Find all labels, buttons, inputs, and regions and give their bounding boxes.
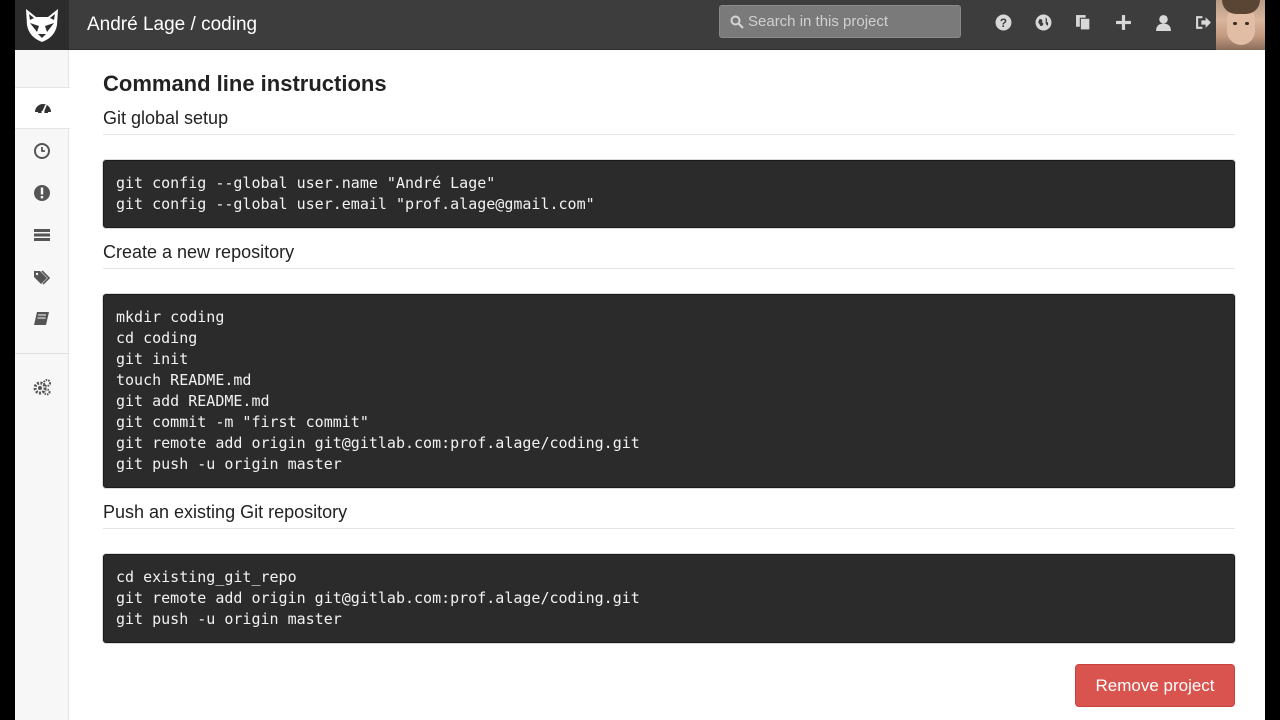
- sidebar-item-files[interactable]: [15, 214, 69, 256]
- explore-button[interactable]: [1023, 14, 1063, 31]
- snippets-button[interactable]: [1063, 14, 1103, 31]
- main-content: Command line instructions Git global set…: [103, 60, 1235, 643]
- list-icon: [34, 229, 50, 241]
- left-black-border: [0, 0, 15, 720]
- code-line: git add README.md: [116, 392, 270, 410]
- code-line: cd coding: [116, 329, 198, 347]
- top-navbar: André Lage / coding ?: [15, 0, 1265, 50]
- plus-icon: [1115, 14, 1131, 30]
- section-title-existing-repo: Push an existing Git repository: [103, 501, 1235, 529]
- gitlab-logo[interactable]: [15, 0, 69, 50]
- help-button[interactable]: ?: [983, 14, 1023, 31]
- project-title[interactable]: André Lage / coding: [87, 14, 257, 36]
- section-title-global-setup: Git global setup: [103, 107, 1235, 135]
- code-line: mkdir coding: [116, 308, 225, 326]
- tags-icon: [34, 270, 51, 285]
- sidebar-item-labels[interactable]: [15, 256, 69, 298]
- right-black-border: [1265, 0, 1280, 720]
- search-field[interactable]: [719, 5, 961, 38]
- book-icon: [34, 312, 49, 325]
- top-icon-bar: ?: [983, 0, 1223, 44]
- code-line: git config --global user.email "prof.ala…: [116, 195, 595, 213]
- code-line: git config --global user.name "André Lag…: [116, 174, 496, 192]
- sidebar-item-issues[interactable]: [15, 172, 69, 214]
- sidebar-item-wiki[interactable]: [15, 298, 69, 340]
- cogs-icon: [33, 379, 51, 396]
- remove-project-button[interactable]: Remove project: [1075, 664, 1235, 707]
- code-line: git remote add origin git@gitlab.com:pro…: [116, 589, 640, 607]
- help-icon: ?: [995, 14, 1011, 30]
- dashboard-icon: [34, 104, 51, 114]
- code-line: git commit -m "first commit": [116, 413, 369, 431]
- sidebar-item-activity[interactable]: [15, 130, 69, 172]
- project-sidebar: [15, 50, 70, 720]
- exclamation-icon: [34, 185, 50, 201]
- code-line: cd existing_git_repo: [116, 568, 297, 586]
- code-block-new-repo[interactable]: mkdir coding cd coding git init touch RE…: [103, 294, 1235, 488]
- code-line: git push -u origin master: [116, 455, 342, 473]
- code-line: git remote add origin git@gitlab.com:pro…: [116, 434, 640, 452]
- code-line: touch README.md: [116, 371, 252, 389]
- user-icon: [1155, 14, 1171, 31]
- profile-button[interactable]: [1143, 14, 1183, 31]
- section-title-new-repo: Create a new repository: [103, 241, 1235, 269]
- sidebar-divider: [15, 353, 69, 354]
- sidebar-item-settings[interactable]: [15, 366, 69, 408]
- copy-icon: [1075, 14, 1090, 30]
- raccoon-logo-icon: [26, 8, 58, 42]
- new-project-button[interactable]: [1103, 14, 1143, 31]
- svg-text:?: ?: [999, 16, 1006, 29]
- sidebar-item-dashboard[interactable]: [15, 87, 70, 129]
- search-input[interactable]: [748, 13, 948, 30]
- clock-icon: [34, 143, 50, 159]
- code-line: git init: [116, 350, 189, 368]
- globe-icon: [1035, 14, 1051, 30]
- code-line: git push -u origin master: [116, 610, 342, 628]
- code-block-existing-repo[interactable]: cd existing_git_repo git remote add orig…: [103, 554, 1235, 643]
- sign-out-icon: [1195, 15, 1211, 29]
- code-block-global-setup[interactable]: git config --global user.name "André Lag…: [103, 160, 1235, 228]
- page-title: Command line instructions: [103, 71, 387, 96]
- search-icon: [730, 15, 744, 29]
- avatar[interactable]: [1216, 0, 1265, 50]
